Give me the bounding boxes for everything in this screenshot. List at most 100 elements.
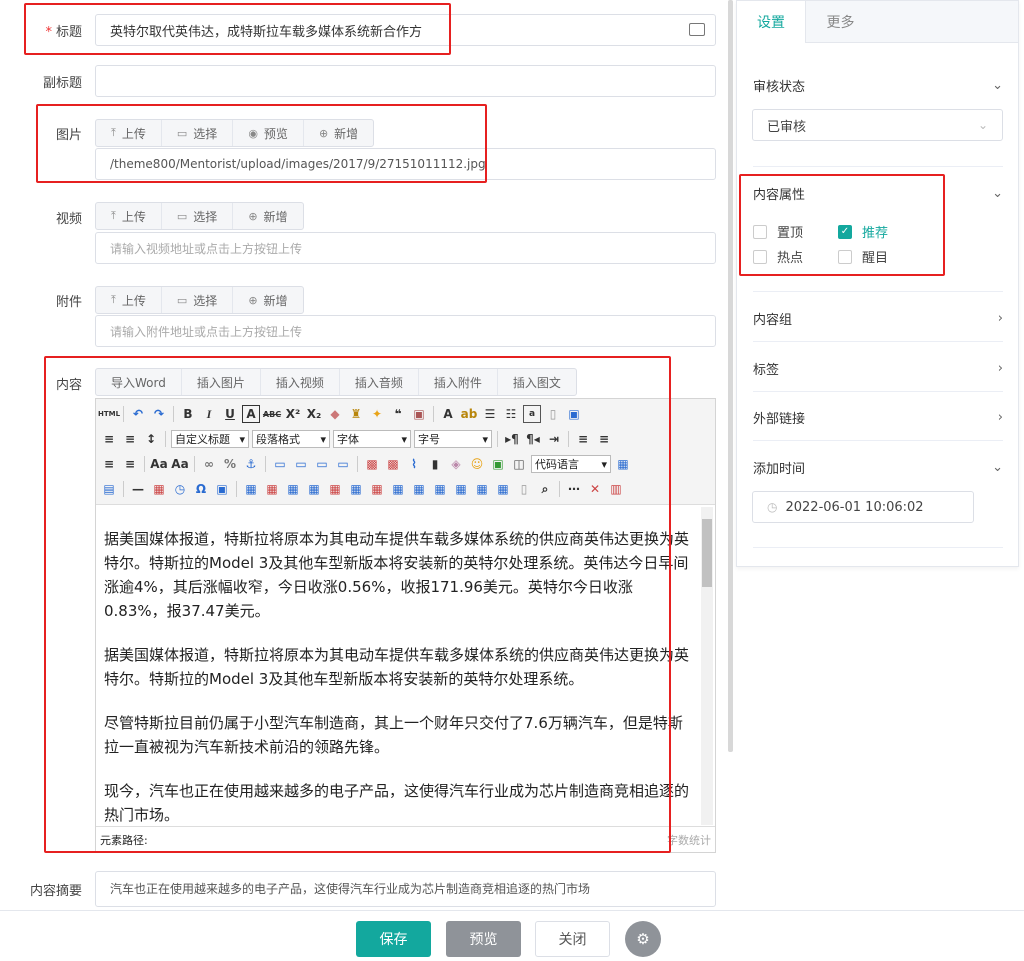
- strikethrough-icon[interactable]: ABC: [263, 405, 281, 423]
- lowercase-icon[interactable]: Aa: [171, 455, 189, 473]
- unlink-icon[interactable]: %: [221, 455, 239, 473]
- image-preview-button[interactable]: ◉ 预览: [233, 120, 304, 146]
- video-add-button[interactable]: ⊕ 新增: [233, 203, 302, 229]
- delete-table-icon[interactable]: ▦: [263, 480, 281, 498]
- editor-scrollbar[interactable]: [701, 507, 713, 825]
- split-cells-icon[interactable]: ▦: [452, 480, 470, 498]
- preview-icon[interactable]: ▣: [565, 405, 583, 423]
- superscript-icon[interactable]: X²: [284, 405, 302, 423]
- eraser-icon[interactable]: ◆: [326, 405, 344, 423]
- checkbox-box[interactable]: ✓: [838, 224, 852, 239]
- align-justify-icon[interactable]: ≡: [121, 455, 139, 473]
- insert-image-icon[interactable]: ▩: [384, 455, 402, 473]
- select-all-icon[interactable]: a: [523, 405, 541, 423]
- code-language-select[interactable]: 代码语言 ▾: [531, 455, 611, 473]
- paste-text-icon[interactable]: ▣: [410, 405, 428, 423]
- insert-audio-button[interactable]: 插入音频: [340, 369, 419, 395]
- spellcheck-icon[interactable]: ✕: [586, 480, 604, 498]
- external-link-header[interactable]: 外部链接 ›: [753, 407, 1003, 427]
- simple-upload-icon[interactable]: ▩: [363, 455, 381, 473]
- font-size-select[interactable]: 字号 ▾: [414, 430, 492, 448]
- review-status-header[interactable]: 审核状态 ⌄: [753, 75, 1003, 95]
- content-attributes-header[interactable]: 内容属性 ⌄: [753, 183, 1003, 203]
- italic-icon[interactable]: I: [200, 405, 218, 423]
- delete-col-icon[interactable]: ▦: [368, 480, 386, 498]
- row-spacing-bottom-icon[interactable]: ≡: [121, 430, 139, 448]
- map-icon[interactable]: ◈: [447, 455, 465, 473]
- unordered-list-icon[interactable]: ☷: [502, 405, 520, 423]
- add-time-input[interactable]: ◷ 2022-06-01 10:06:02: [752, 491, 974, 523]
- date-icon[interactable]: ▦: [150, 480, 168, 498]
- merge-down-icon[interactable]: ▦: [431, 480, 449, 498]
- video-url-input[interactable]: 请输入视频地址或点击上方按钮上传: [95, 232, 716, 264]
- split-rows-icon[interactable]: ▦: [473, 480, 491, 498]
- special-char-icon[interactable]: Ω: [192, 480, 210, 498]
- tags-header[interactable]: 标签 ›: [753, 358, 1003, 378]
- page-scrollbar[interactable]: [728, 0, 733, 752]
- scrollbar-thumb[interactable]: [702, 519, 712, 587]
- checkbox-highlight[interactable]: 醒目: [838, 247, 888, 266]
- summary-input[interactable]: 汽车也正在使用越来越多的电子产品，这使得汽车行业成为芯片制造商竞相追逐的热门市场: [95, 871, 716, 907]
- clear-doc-icon[interactable]: ▯: [544, 405, 562, 423]
- checkbox-recommend[interactable]: ✓ 推荐: [838, 222, 888, 241]
- insert-col-icon[interactable]: ▦: [347, 480, 365, 498]
- video-upload-button[interactable]: ⤒ 上传: [96, 203, 162, 229]
- wordimage-icon[interactable]: ▣: [213, 480, 231, 498]
- ltr-icon[interactable]: ▸¶: [503, 430, 521, 448]
- image-select-button[interactable]: ▭ 选择: [162, 120, 234, 146]
- video-select-button[interactable]: ▭ 选择: [162, 203, 234, 229]
- link-icon[interactable]: ∞: [200, 455, 218, 473]
- ordered-list-icon[interactable]: ☰: [481, 405, 499, 423]
- save-button[interactable]: 保存: [356, 921, 431, 957]
- image-right-icon[interactable]: ▭: [313, 455, 331, 473]
- import-word-button[interactable]: 导入Word: [96, 369, 182, 395]
- image-add-button[interactable]: ⊕ 新增: [304, 120, 373, 146]
- merge-right-icon[interactable]: ▦: [410, 480, 428, 498]
- settings-button[interactable]: ⚙: [625, 921, 661, 957]
- delete-row-icon[interactable]: ▦: [326, 480, 344, 498]
- checkbox-box[interactable]: [753, 224, 767, 239]
- indent-icon[interactable]: ⇥: [545, 430, 563, 448]
- line-height-icon[interactable]: ↕: [142, 430, 160, 448]
- undo-icon[interactable]: ↶: [129, 405, 147, 423]
- underline-icon[interactable]: U: [221, 405, 239, 423]
- time-icon[interactable]: ◷: [171, 480, 189, 498]
- font-family-select[interactable]: 字体 ▾: [333, 430, 411, 448]
- checkbox-pin[interactable]: 置顶: [753, 222, 803, 241]
- review-status-select[interactable]: 已审核 ⌄: [752, 109, 1003, 141]
- insert-article-button[interactable]: 插入图文: [498, 369, 576, 395]
- bold-icon[interactable]: B: [179, 405, 197, 423]
- font-color-icon[interactable]: A: [439, 405, 457, 423]
- image-path-input[interactable]: /theme800/Mentorist/upload/images/2017/9…: [95, 148, 716, 180]
- template-icon[interactable]: ▦: [614, 455, 632, 473]
- attachment-upload-button[interactable]: ⤒ 上传: [96, 287, 162, 313]
- video-icon[interactable]: ▮: [426, 455, 444, 473]
- align-left-icon[interactable]: ≡: [574, 430, 592, 448]
- attachment-add-button[interactable]: ⊕ 新增: [233, 287, 302, 313]
- attachment-icon[interactable]: ⌇: [405, 455, 423, 473]
- attachment-select-button[interactable]: ▭ 选择: [162, 287, 234, 313]
- insert-row-icon[interactable]: ▦: [305, 480, 323, 498]
- heading-select[interactable]: 自定义标题 ▾: [171, 430, 249, 448]
- insert-attachment-button[interactable]: 插入附件: [419, 369, 498, 395]
- search-replace-icon[interactable]: ⌕: [536, 480, 554, 498]
- autotype-icon[interactable]: ✦: [368, 405, 386, 423]
- close-button[interactable]: 关闭: [535, 921, 610, 957]
- emotion-icon[interactable]: ☺: [468, 455, 486, 473]
- align-center-icon[interactable]: ≡: [595, 430, 613, 448]
- align-right-icon[interactable]: ≡: [100, 455, 118, 473]
- row-spacing-top-icon[interactable]: ≡: [100, 430, 118, 448]
- merge-cells-icon[interactable]: ▦: [389, 480, 407, 498]
- html-source-icon[interactable]: HTML: [98, 405, 120, 423]
- add-time-header[interactable]: 添加时间 ⌄: [753, 457, 1003, 477]
- anchor-icon[interactable]: ⚓: [242, 455, 260, 473]
- attachment-url-input[interactable]: 请输入附件地址或点击上方按钮上传: [95, 315, 716, 347]
- subscript-icon[interactable]: X₂: [305, 405, 323, 423]
- insert-image-button[interactable]: 插入图片: [182, 369, 261, 395]
- checkbox-hot[interactable]: 热点: [753, 247, 803, 266]
- font-border-icon[interactable]: A: [242, 405, 260, 423]
- image-none-icon[interactable]: ▭: [271, 455, 289, 473]
- insert-table-icon[interactable]: ▦: [242, 480, 260, 498]
- format-brush-icon[interactable]: ♜: [347, 405, 365, 423]
- background-icon[interactable]: ▤: [100, 480, 118, 498]
